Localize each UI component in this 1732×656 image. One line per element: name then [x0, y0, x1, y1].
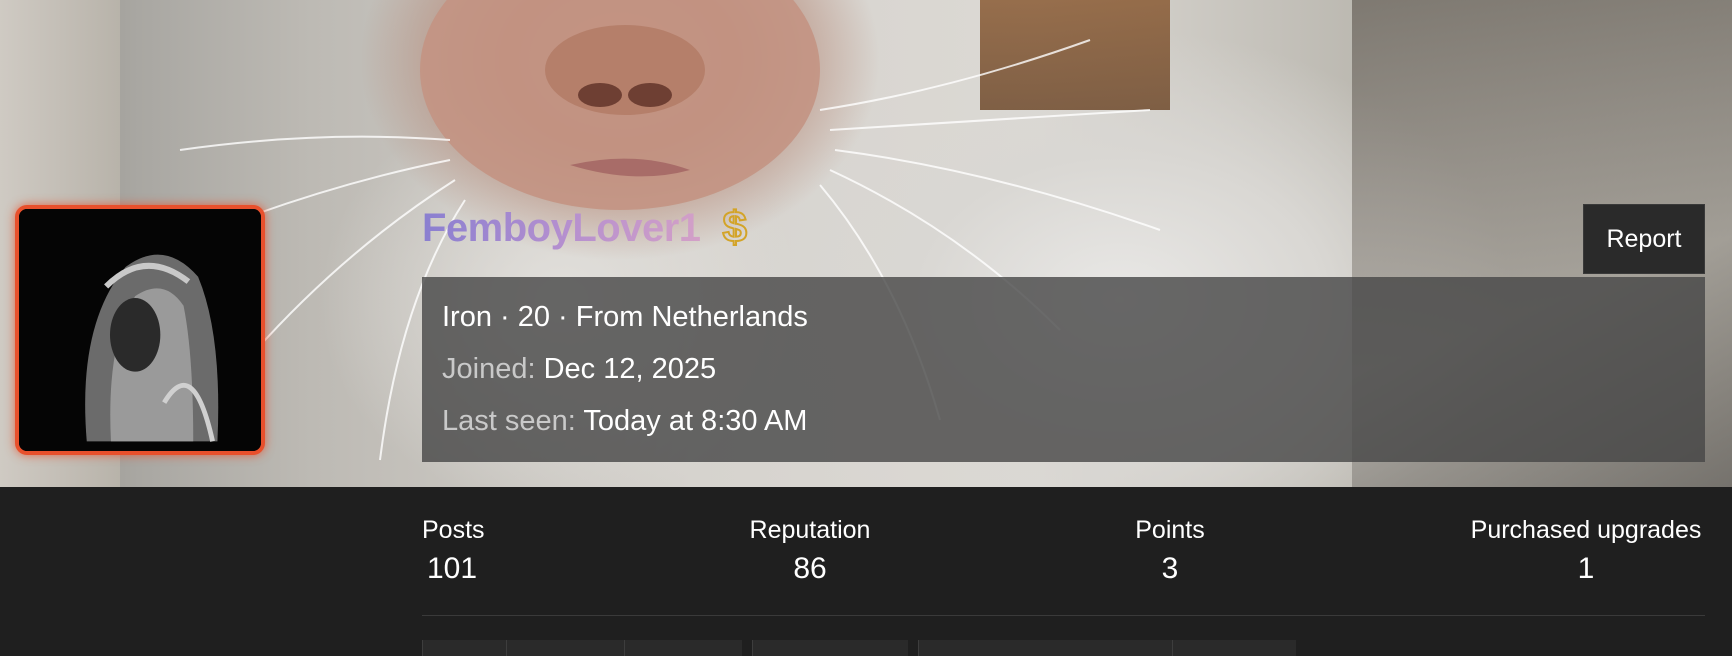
stats-divider: [422, 615, 1705, 616]
last-seen-label: Last seen:: [442, 405, 576, 437]
stat-value: 1: [1577, 552, 1595, 585]
stat-posts[interactable]: Posts 101: [422, 515, 492, 589]
dollar-icon: $: [722, 202, 749, 253]
stat-value: 101: [427, 552, 478, 585]
tab-gap: [742, 640, 752, 656]
stat-purchased-upgrades[interactable]: Purchased upgrades 1: [1466, 515, 1706, 589]
joined-label: Joined:: [442, 353, 536, 385]
profile-info-panel: Iron · 20 · From Netherlands Joined: Dec…: [422, 277, 1705, 462]
stat-value: 86: [793, 552, 827, 585]
joined-row: Joined: Dec 12, 2025: [442, 351, 1705, 403]
tab-gap: [908, 640, 918, 656]
profile-summary: Iron · 20 · From Netherlands: [442, 301, 808, 333]
last-seen-row: Last seen: Today at 8:30 AM: [442, 403, 1705, 455]
avatar[interactable]: [15, 205, 265, 455]
username-row: FemboyLover1 $: [422, 202, 749, 253]
stat-value: 3: [1161, 552, 1179, 585]
joined-value: Dec 12, 2025: [543, 353, 717, 385]
profile-tabs: [422, 640, 1296, 656]
avatar-image: [19, 209, 261, 451]
report-button[interactable]: Report: [1583, 204, 1705, 274]
stat-label: Purchased upgrades: [1470, 516, 1702, 544]
tab[interactable]: [1172, 640, 1296, 656]
username[interactable]: FemboyLover1: [422, 206, 701, 251]
stat-label: Points: [1135, 516, 1205, 544]
tab[interactable]: [506, 640, 624, 656]
stat-label: Posts: [422, 516, 485, 544]
stat-points[interactable]: Points 3: [1125, 515, 1215, 589]
tab[interactable]: [422, 640, 506, 656]
tab[interactable]: [752, 640, 908, 656]
stat-reputation[interactable]: Reputation 86: [738, 515, 882, 589]
tab[interactable]: [624, 640, 742, 656]
last-seen-value: Today at 8:30 AM: [583, 405, 808, 437]
stat-label: Reputation: [749, 516, 871, 544]
tab[interactable]: [918, 640, 1172, 656]
